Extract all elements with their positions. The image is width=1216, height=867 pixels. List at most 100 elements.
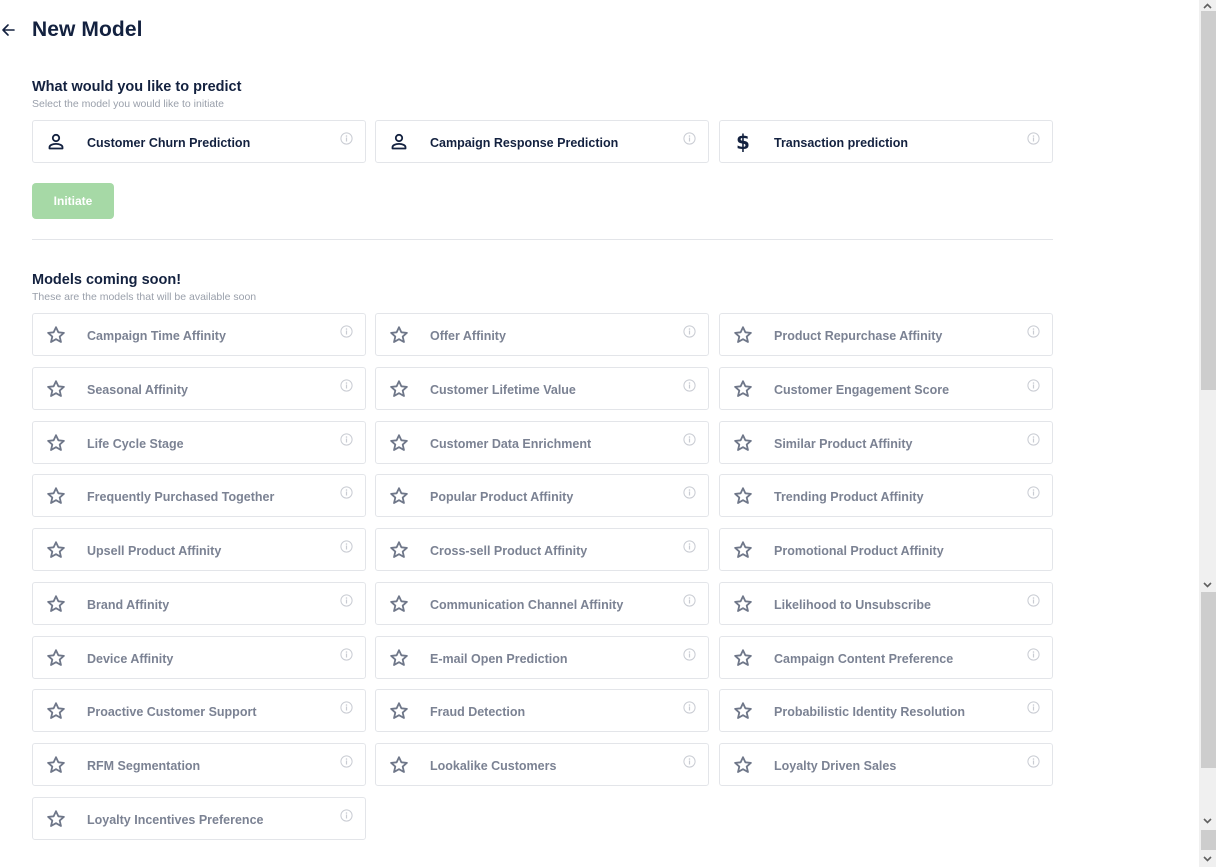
model-card-label: Campaign Time Affinity: [87, 329, 226, 343]
model-card[interactable]: Customer Data Enrichment: [375, 421, 709, 464]
scrollbar-thumb-secondary[interactable]: [1201, 830, 1216, 850]
info-icon[interactable]: [1027, 701, 1040, 714]
model-card-label: Loyalty Driven Sales: [774, 759, 897, 773]
star-icon: [389, 433, 409, 453]
coming-soon-section-title: Models coming soon!: [32, 272, 182, 288]
info-icon[interactable]: [683, 433, 696, 446]
model-card[interactable]: Loyalty Driven Sales: [719, 743, 1053, 786]
model-card-label: Brand Affinity: [87, 598, 170, 612]
model-card[interactable]: Upsell Product Affinity: [32, 528, 366, 571]
model-card[interactable]: Lookalike Customers: [375, 743, 709, 786]
model-card[interactable]: Seasonal Affinity: [32, 367, 366, 410]
info-icon[interactable]: [1027, 755, 1040, 768]
info-icon[interactable]: [683, 325, 696, 338]
model-card-label: Promotional Product Affinity: [774, 544, 944, 558]
model-card-label: Campaign Content Preference: [774, 652, 954, 666]
star-icon: [733, 486, 753, 506]
model-card[interactable]: Customer Engagement Score: [719, 367, 1053, 410]
scrollbar-thumb[interactable]: [1201, 11, 1216, 390]
star-icon: [389, 755, 409, 775]
info-icon[interactable]: [340, 594, 353, 607]
content-scrollbar[interactable]: [1199, 592, 1216, 867]
info-icon[interactable]: [683, 486, 696, 499]
model-card-label: E-mail Open Prediction: [430, 652, 568, 666]
initiate-button[interactable]: Initiate: [32, 183, 114, 219]
info-icon[interactable]: [683, 540, 696, 553]
star-icon: [733, 540, 753, 560]
info-icon[interactable]: [1027, 433, 1040, 446]
model-card[interactable]: Fraud Detection: [375, 689, 709, 732]
scroll-up-button[interactable]: [1199, 0, 1216, 11]
model-card[interactable]: Proactive Customer Support: [32, 689, 366, 732]
model-card-label: Customer Engagement Score: [774, 383, 950, 397]
model-card[interactable]: Life Cycle Stage: [32, 421, 366, 464]
model-card[interactable]: Brand Affinity: [32, 582, 366, 625]
dollar-icon: $: [733, 132, 753, 152]
info-icon[interactable]: [1027, 648, 1040, 661]
model-card[interactable]: Campaign Time Affinity: [32, 313, 366, 356]
info-icon[interactable]: [683, 648, 696, 661]
model-card-label: Cross-sell Product Affinity: [430, 544, 588, 558]
model-card[interactable]: Communication Channel Affinity: [375, 582, 709, 625]
info-icon[interactable]: [1027, 486, 1040, 499]
model-card-label: Product Repurchase Affinity: [774, 329, 943, 343]
model-card[interactable]: Product Repurchase Affinity: [719, 313, 1053, 356]
model-card-label: Proactive Customer Support: [87, 705, 257, 719]
back-button[interactable]: [0, 14, 16, 46]
model-card[interactable]: Device Affinity: [32, 636, 366, 679]
model-card-label: Customer Lifetime Value: [430, 383, 576, 397]
star-icon: [733, 755, 753, 775]
info-icon[interactable]: [683, 132, 696, 145]
chevron-up-icon: [1203, 2, 1212, 9]
model-card[interactable]: Customer Churn Prediction: [32, 120, 366, 163]
info-icon[interactable]: [340, 132, 353, 145]
scroll-down-button[interactable]: [1199, 815, 1216, 826]
info-icon[interactable]: [340, 379, 353, 392]
model-card[interactable]: Frequently Purchased Together: [32, 474, 366, 517]
star-icon: [46, 594, 66, 614]
model-card[interactable]: Trending Product Affinity: [719, 474, 1053, 517]
star-icon: [733, 379, 753, 399]
info-icon[interactable]: [340, 486, 353, 499]
info-icon[interactable]: [683, 701, 696, 714]
model-card[interactable]: Probabilistic Identity Resolution: [719, 689, 1053, 732]
model-card[interactable]: Campaign Content Preference: [719, 636, 1053, 679]
model-card[interactable]: Popular Product Affinity: [375, 474, 709, 517]
model-card-label: Customer Churn Prediction: [87, 136, 251, 150]
info-icon[interactable]: [683, 379, 696, 392]
info-icon[interactable]: [340, 648, 353, 661]
model-card[interactable]: Customer Lifetime Value: [375, 367, 709, 410]
model-card-label: Device Affinity: [87, 652, 174, 666]
info-icon[interactable]: [340, 701, 353, 714]
chevron-down-icon: [1203, 855, 1212, 862]
info-icon[interactable]: [1027, 594, 1040, 607]
info-icon[interactable]: [340, 755, 353, 768]
model-card[interactable]: $ Transaction prediction: [719, 120, 1053, 163]
model-card[interactable]: E-mail Open Prediction: [375, 636, 709, 679]
info-icon[interactable]: [683, 594, 696, 607]
model-card[interactable]: Campaign Response Prediction: [375, 120, 709, 163]
star-icon: [733, 648, 753, 668]
chevron-down-icon: [1203, 817, 1212, 824]
model-card[interactable]: Loyalty Incentives Preference: [32, 797, 366, 840]
info-icon[interactable]: [340, 540, 353, 553]
model-card[interactable]: Cross-sell Product Affinity: [375, 528, 709, 571]
page-scrollbar[interactable]: [1199, 0, 1216, 592]
star-icon: [46, 325, 66, 345]
model-card[interactable]: Similar Product Affinity: [719, 421, 1053, 464]
scrollbar-thumb[interactable]: [1201, 592, 1216, 768]
info-icon[interactable]: [340, 809, 353, 822]
info-icon[interactable]: [340, 325, 353, 338]
info-icon[interactable]: [1027, 325, 1040, 338]
model-card[interactable]: Offer Affinity: [375, 313, 709, 356]
info-icon[interactable]: [1027, 132, 1040, 145]
scroll-down-button[interactable]: [1199, 579, 1216, 590]
model-card[interactable]: Promotional Product Affinity: [719, 528, 1053, 571]
model-card[interactable]: RFM Segmentation: [32, 743, 366, 786]
info-icon[interactable]: [340, 433, 353, 446]
model-card[interactable]: Likelihood to Unsubscribe: [719, 582, 1053, 625]
star-icon: [389, 325, 409, 345]
info-icon[interactable]: [683, 755, 696, 768]
scroll-down-button-secondary[interactable]: [1199, 853, 1216, 864]
info-icon[interactable]: [1027, 379, 1040, 392]
